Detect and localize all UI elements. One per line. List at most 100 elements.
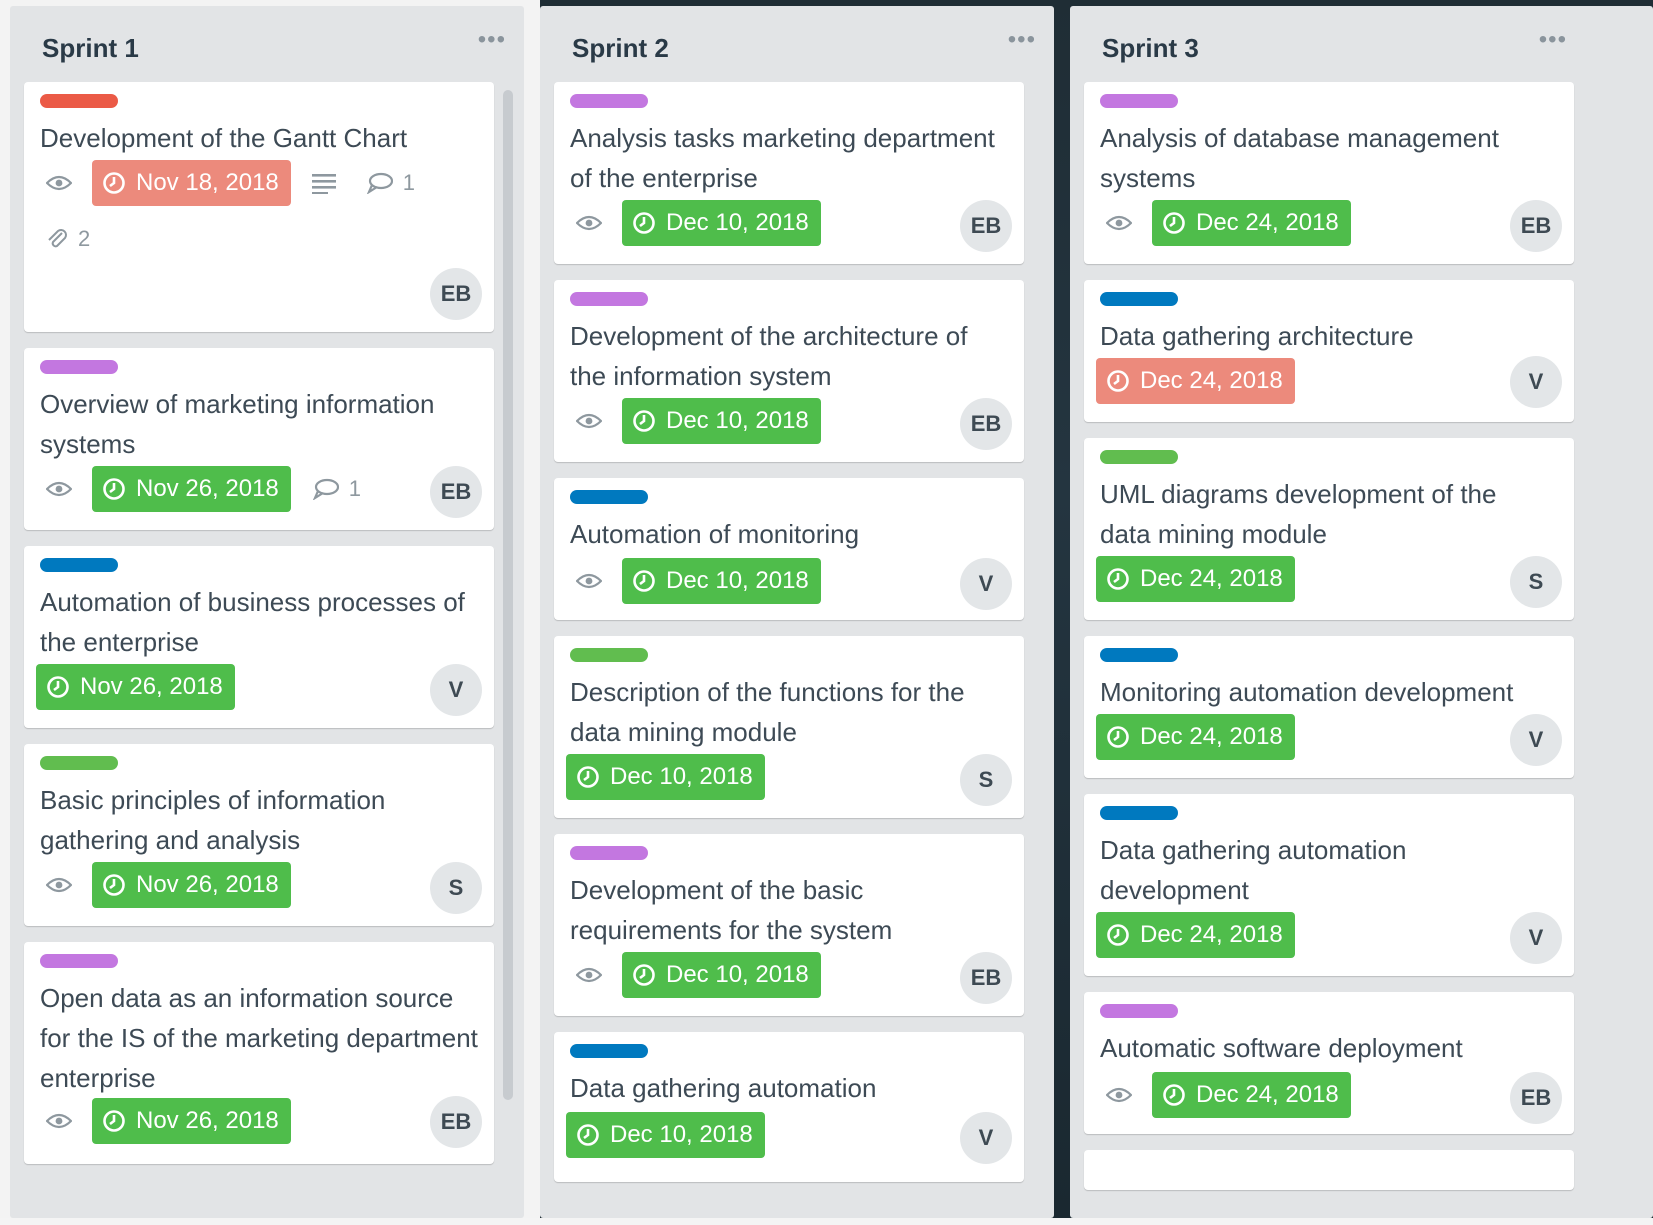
card-label[interactable] bbox=[40, 558, 118, 572]
card-title: Open data as an information source for t… bbox=[40, 983, 478, 1093]
avatar[interactable]: V bbox=[960, 558, 1012, 610]
card[interactable]: Automation of business processes of the … bbox=[24, 546, 494, 728]
avatar[interactable]: EB bbox=[430, 1096, 482, 1148]
card[interactable]: Open data as an information source for t… bbox=[24, 942, 494, 1164]
due-date-text: Nov 26, 2018 bbox=[136, 871, 279, 898]
avatar[interactable]: EB bbox=[1510, 200, 1562, 252]
clock-icon bbox=[577, 1124, 599, 1146]
avatar[interactable]: V bbox=[960, 1112, 1012, 1164]
due-date-text: Dec 24, 2018 bbox=[1196, 1081, 1339, 1108]
card-label[interactable] bbox=[40, 756, 118, 770]
card-label[interactable] bbox=[40, 360, 118, 374]
card-label[interactable] bbox=[570, 94, 648, 108]
due-date-text: Dec 24, 2018 bbox=[1140, 723, 1283, 750]
clock-icon bbox=[1107, 726, 1129, 748]
card-label[interactable] bbox=[1100, 806, 1178, 820]
card-label[interactable] bbox=[1100, 648, 1178, 662]
card-title: Analysis tasks marketing department of t… bbox=[570, 123, 995, 193]
due-date-badge[interactable]: Dec 24, 2018 bbox=[1096, 912, 1295, 958]
due-date-text: Dec 10, 2018 bbox=[666, 961, 809, 988]
avatar[interactable]: S bbox=[1510, 556, 1562, 608]
list-title[interactable]: Sprint 3 bbox=[1102, 33, 1199, 64]
avatar[interactable]: EB bbox=[960, 398, 1012, 450]
avatar[interactable]: EB bbox=[960, 200, 1012, 252]
card-label[interactable] bbox=[570, 490, 648, 504]
card-label[interactable] bbox=[570, 648, 648, 662]
card[interactable]: Development of the Gantt Chart Nov 18, 2… bbox=[24, 82, 494, 332]
card[interactable]: Description of the functions for the dat… bbox=[554, 636, 1024, 818]
due-date-badge[interactable]: Dec 24, 2018 bbox=[1096, 358, 1295, 404]
due-date-text: Nov 18, 2018 bbox=[136, 169, 279, 196]
card-title: Automatic software deployment bbox=[1100, 1033, 1463, 1063]
card[interactable]: Data gathering automation development De… bbox=[1084, 794, 1574, 976]
card-partial[interactable] bbox=[1084, 1150, 1574, 1190]
card-label[interactable] bbox=[570, 846, 648, 860]
due-date-badge[interactable]: Nov 26, 2018 bbox=[92, 466, 291, 512]
due-date-badge[interactable]: Nov 26, 2018 bbox=[92, 1098, 291, 1144]
clock-icon bbox=[47, 676, 69, 698]
card[interactable]: Development of the architecture of the i… bbox=[554, 280, 1024, 462]
card-label[interactable] bbox=[1100, 1004, 1178, 1018]
avatar[interactable]: EB bbox=[430, 268, 482, 320]
card-title: Data gathering automation bbox=[570, 1073, 877, 1103]
card[interactable]: Analysis tasks marketing department of t… bbox=[554, 82, 1024, 264]
card-label[interactable] bbox=[1100, 450, 1178, 464]
due-date-badge[interactable]: Dec 10, 2018 bbox=[622, 952, 821, 998]
due-date-badge[interactable]: Dec 24, 2018 bbox=[1096, 714, 1295, 760]
due-date-badge[interactable]: Dec 10, 2018 bbox=[566, 754, 765, 800]
avatar[interactable]: V bbox=[1510, 714, 1562, 766]
card-label[interactable] bbox=[570, 1044, 648, 1058]
avatar[interactable]: S bbox=[960, 754, 1012, 806]
list-title[interactable]: Sprint 2 bbox=[572, 33, 669, 64]
card-label[interactable] bbox=[1100, 292, 1178, 306]
list-title[interactable]: Sprint 1 bbox=[42, 33, 139, 64]
due-date-text: Dec 10, 2018 bbox=[610, 1121, 753, 1148]
due-date-text: Dec 24, 2018 bbox=[1140, 921, 1283, 948]
due-date-badge[interactable]: Dec 10, 2018 bbox=[566, 1112, 765, 1158]
avatar[interactable]: V bbox=[430, 664, 482, 716]
due-date-badge[interactable]: Dec 10, 2018 bbox=[622, 398, 821, 444]
avatar[interactable]: S bbox=[430, 862, 482, 914]
card-label[interactable] bbox=[40, 954, 118, 968]
card-label[interactable] bbox=[1100, 94, 1178, 108]
card[interactable]: Basic principles of information gatherin… bbox=[24, 744, 494, 926]
due-date-badge[interactable]: Nov 26, 2018 bbox=[92, 862, 291, 908]
avatar[interactable]: V bbox=[1510, 912, 1562, 964]
list-menu-icon[interactable]: ••• bbox=[478, 26, 506, 54]
card-title: UML diagrams development of the data min… bbox=[1100, 479, 1497, 549]
card[interactable]: Data gathering automation Dec 10, 2018 V bbox=[554, 1032, 1024, 1182]
card-badges: Nov 26, 2018 bbox=[40, 862, 291, 908]
comment-count-text: 1 bbox=[402, 170, 416, 195]
due-date-badge[interactable]: Dec 24, 2018 bbox=[1152, 1072, 1351, 1118]
avatar[interactable]: EB bbox=[430, 466, 482, 518]
due-date-badge[interactable]: Nov 26, 2018 bbox=[36, 664, 235, 710]
card-title: Data gathering automation development bbox=[1100, 835, 1407, 905]
avatar[interactable]: V bbox=[1510, 356, 1562, 408]
card[interactable]: Automatic software deployment Dec 24, 20… bbox=[1084, 992, 1574, 1134]
card[interactable]: Analysis of database management systems … bbox=[1084, 82, 1574, 264]
due-date-badge[interactable]: Dec 24, 2018 bbox=[1152, 200, 1351, 246]
list-menu-icon[interactable]: ••• bbox=[1539, 26, 1567, 54]
card-badges: Dec 10, 2018 bbox=[566, 1112, 765, 1158]
clock-icon bbox=[633, 212, 655, 234]
list-menu-icon[interactable]: ••• bbox=[1008, 26, 1036, 54]
card-label[interactable] bbox=[40, 94, 118, 108]
card[interactable]: Automation of monitoring Dec 10, 2018 V bbox=[554, 478, 1024, 620]
due-date-badge[interactable]: Dec 24, 2018 bbox=[1096, 556, 1295, 602]
card-label[interactable] bbox=[570, 292, 648, 306]
card[interactable]: Overview of marketing information system… bbox=[24, 348, 494, 530]
card-badges: Nov 18, 2018 1 bbox=[40, 160, 415, 206]
list-scrollbar[interactable] bbox=[503, 90, 513, 1100]
card[interactable]: Monitoring automation development Dec 24… bbox=[1084, 636, 1574, 778]
card[interactable]: Development of the basic requirements fo… bbox=[554, 834, 1024, 1016]
due-date-badge[interactable]: Dec 10, 2018 bbox=[622, 200, 821, 246]
avatar[interactable]: EB bbox=[960, 952, 1012, 1004]
due-date-badge[interactable]: Dec 10, 2018 bbox=[622, 558, 821, 604]
card[interactable]: Data gathering architecture Dec 24, 2018… bbox=[1084, 280, 1574, 422]
card-badges: Dec 10, 2018 bbox=[570, 558, 821, 604]
card[interactable]: UML diagrams development of the data min… bbox=[1084, 438, 1574, 620]
avatar[interactable]: EB bbox=[1510, 1072, 1562, 1124]
clock-icon bbox=[103, 172, 125, 194]
due-date-badge[interactable]: Nov 18, 2018 bbox=[92, 160, 291, 206]
watch-icon bbox=[1106, 215, 1132, 231]
